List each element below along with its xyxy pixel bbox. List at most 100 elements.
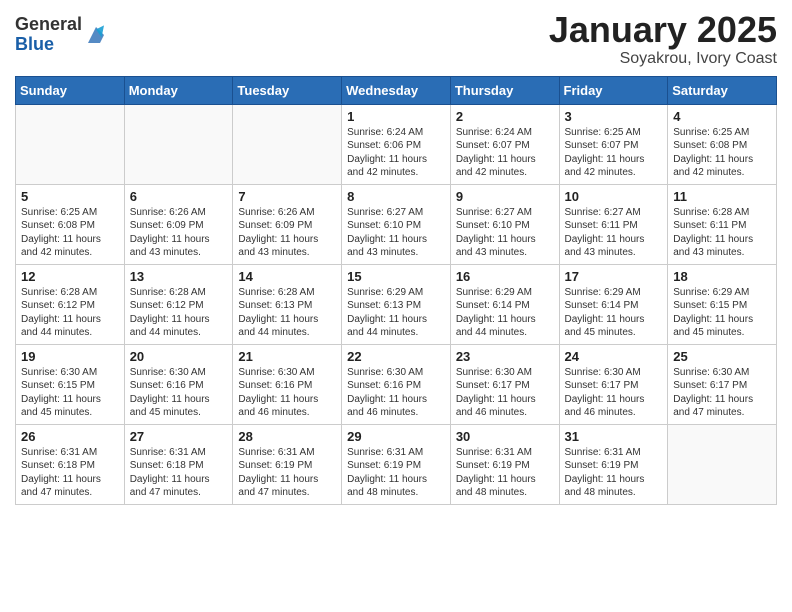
calendar-cell: 17 Sunrise: 6:29 AM Sunset: 6:14 PM Dayli… bbox=[559, 264, 668, 344]
day-info: Sunrise: 6:26 AM Sunset: 6:09 PM Dayligh… bbox=[130, 206, 228, 260]
calendar-cell: 4 Sunrise: 6:25 AM Sunset: 6:08 PM Daylig… bbox=[668, 104, 777, 184]
day-number: 15 bbox=[347, 269, 445, 284]
calendar-week-2: 5 Sunrise: 6:25 AM Sunset: 6:08 PM Daylig… bbox=[16, 184, 777, 264]
day-info: Sunrise: 6:24 AM Sunset: 6:06 PM Dayligh… bbox=[347, 126, 445, 180]
calendar-cell: 24Sunrise: 6:30 AM Sunset: 6:17 PM Dayli… bbox=[559, 344, 668, 424]
calendar-cell: 22 Sunrise: 6:30 AM Sunset: 6:16 PM Dayli… bbox=[342, 344, 451, 424]
day-info: Sunrise: 6:31 AM Sunset: 6:19 PM Dayligh… bbox=[347, 446, 445, 500]
day-info: Sunrise: 6:25 AM Sunset: 6:08 PM Dayligh… bbox=[673, 126, 771, 180]
day-number: 20 bbox=[130, 349, 228, 364]
day-info: Sunrise: 6:28 AM Sunset: 6:12 PM Dayligh… bbox=[130, 286, 228, 340]
calendar-cell: 6Sunrise: 6:26 AM Sunset: 6:09 PM Daylig… bbox=[124, 184, 233, 264]
day-number: 25 bbox=[673, 349, 771, 364]
day-number: 19 bbox=[21, 349, 119, 364]
logo: General Blue bbox=[15, 15, 108, 55]
day-number: 11 bbox=[673, 189, 771, 204]
calendar-cell bbox=[233, 104, 342, 184]
day-info: Sunrise: 6:24 AM Sunset: 6:07 PM Dayligh… bbox=[456, 126, 554, 180]
calendar-cell: 12 Sunrise: 6:28 AM Sunset: 6:12 PM Dayli… bbox=[16, 264, 125, 344]
day-number: 16 bbox=[456, 269, 554, 284]
day-info: Sunrise: 6:25 AM Sunset: 6:08 PM Dayligh… bbox=[21, 206, 119, 260]
day-info: Sunrise: 6:25 AM Sunset: 6:07 PM Dayligh… bbox=[565, 126, 663, 180]
calendar-table: Sunday Monday Tuesday Wednesday Thursday… bbox=[15, 76, 777, 505]
calendar-cell: 20Sunrise: 6:30 AM Sunset: 6:16 PM Dayli… bbox=[124, 344, 233, 424]
day-number: 29 bbox=[347, 429, 445, 444]
header-saturday: Saturday bbox=[668, 76, 777, 104]
day-info: Sunrise: 6:27 AM Sunset: 6:11 PM Dayligh… bbox=[565, 206, 663, 260]
day-info: Sunrise: 6:29 AM Sunset: 6:15 PM Dayligh… bbox=[673, 286, 771, 340]
day-number: 1 bbox=[347, 109, 445, 124]
calendar-week-4: 19 Sunrise: 6:30 AM Sunset: 6:15 PM Dayli… bbox=[16, 344, 777, 424]
page: General Blue January 2025 Soyakrou, Ivor… bbox=[0, 0, 792, 515]
day-info: Sunrise: 6:31 AM Sunset: 6:19 PM Dayligh… bbox=[238, 446, 336, 500]
calendar-cell: 28 Sunrise: 6:31 AM Sunset: 6:19 PM Dayli… bbox=[233, 424, 342, 504]
day-info: Sunrise: 6:31 AM Sunset: 6:19 PM Dayligh… bbox=[565, 446, 663, 500]
calendar-cell: 5 Sunrise: 6:25 AM Sunset: 6:08 PM Daylig… bbox=[16, 184, 125, 264]
calendar-cell bbox=[668, 424, 777, 504]
day-info: Sunrise: 6:29 AM Sunset: 6:14 PM Dayligh… bbox=[565, 286, 663, 340]
days-header-row: Sunday Monday Tuesday Wednesday Thursday… bbox=[16, 76, 777, 104]
calendar-body: 1 Sunrise: 6:24 AM Sunset: 6:06 PM Daylig… bbox=[16, 104, 777, 504]
day-number: 30 bbox=[456, 429, 554, 444]
day-number: 12 bbox=[21, 269, 119, 284]
calendar-week-1: 1 Sunrise: 6:24 AM Sunset: 6:06 PM Daylig… bbox=[16, 104, 777, 184]
day-info: Sunrise: 6:30 AM Sunset: 6:16 PM Dayligh… bbox=[347, 366, 445, 420]
day-info: Sunrise: 6:30 AM Sunset: 6:16 PM Dayligh… bbox=[238, 366, 336, 420]
day-number: 26 bbox=[21, 429, 119, 444]
day-number: 22 bbox=[347, 349, 445, 364]
logo-text: General Blue bbox=[15, 15, 82, 55]
day-number: 31 bbox=[565, 429, 663, 444]
calendar-cell: 21Sunrise: 6:30 AM Sunset: 6:16 PM Dayli… bbox=[233, 344, 342, 424]
calendar-cell: 2 Sunrise: 6:24 AM Sunset: 6:07 PM Daylig… bbox=[450, 104, 559, 184]
calendar-cell: 23 Sunrise: 6:30 AM Sunset: 6:17 PM Dayli… bbox=[450, 344, 559, 424]
calendar-cell bbox=[124, 104, 233, 184]
day-info: Sunrise: 6:28 AM Sunset: 6:11 PM Dayligh… bbox=[673, 206, 771, 260]
calendar-cell: 1 Sunrise: 6:24 AM Sunset: 6:06 PM Daylig… bbox=[342, 104, 451, 184]
day-info: Sunrise: 6:30 AM Sunset: 6:17 PM Dayligh… bbox=[456, 366, 554, 420]
calendar-cell: 19 Sunrise: 6:30 AM Sunset: 6:15 PM Dayli… bbox=[16, 344, 125, 424]
day-info: Sunrise: 6:28 AM Sunset: 6:12 PM Dayligh… bbox=[21, 286, 119, 340]
day-number: 7 bbox=[238, 189, 336, 204]
day-info: Sunrise: 6:29 AM Sunset: 6:14 PM Dayligh… bbox=[456, 286, 554, 340]
header-thursday: Thursday bbox=[450, 76, 559, 104]
calendar-cell: 31 Sunrise: 6:31 AM Sunset: 6:19 PM Dayli… bbox=[559, 424, 668, 504]
title-block: January 2025 Soyakrou, Ivory Coast bbox=[549, 10, 777, 68]
calendar-cell: 14Sunrise: 6:28 AM Sunset: 6:13 PM Dayli… bbox=[233, 264, 342, 344]
calendar-header: Sunday Monday Tuesday Wednesday Thursday… bbox=[16, 76, 777, 104]
day-number: 14 bbox=[238, 269, 336, 284]
day-number: 2 bbox=[456, 109, 554, 124]
calendar-cell: 25 Sunrise: 6:30 AM Sunset: 6:17 PM Dayli… bbox=[668, 344, 777, 424]
calendar-cell: 9 Sunrise: 6:27 AM Sunset: 6:10 PM Daylig… bbox=[450, 184, 559, 264]
calendar-cell: 30Sunrise: 6:31 AM Sunset: 6:19 PM Dayli… bbox=[450, 424, 559, 504]
day-info: Sunrise: 6:30 AM Sunset: 6:15 PM Dayligh… bbox=[21, 366, 119, 420]
logo-general: General bbox=[15, 14, 82, 34]
logo-icon bbox=[84, 23, 108, 47]
calendar-cell: 11 Sunrise: 6:28 AM Sunset: 6:11 PM Dayli… bbox=[668, 184, 777, 264]
day-number: 10 bbox=[565, 189, 663, 204]
day-number: 9 bbox=[456, 189, 554, 204]
day-number: 4 bbox=[673, 109, 771, 124]
calendar-cell: 10 Sunrise: 6:27 AM Sunset: 6:11 PM Dayli… bbox=[559, 184, 668, 264]
calendar-cell: 27Sunrise: 6:31 AM Sunset: 6:18 PM Dayli… bbox=[124, 424, 233, 504]
day-number: 8 bbox=[347, 189, 445, 204]
day-number: 23 bbox=[456, 349, 554, 364]
calendar-cell: 3Sunrise: 6:25 AM Sunset: 6:07 PM Daylig… bbox=[559, 104, 668, 184]
day-number: 18 bbox=[673, 269, 771, 284]
calendar-cell: 26Sunrise: 6:31 AM Sunset: 6:18 PM Dayli… bbox=[16, 424, 125, 504]
day-number: 28 bbox=[238, 429, 336, 444]
calendar-cell: 18 Sunrise: 6:29 AM Sunset: 6:15 PM Dayli… bbox=[668, 264, 777, 344]
day-number: 24 bbox=[565, 349, 663, 364]
header-tuesday: Tuesday bbox=[233, 76, 342, 104]
day-number: 5 bbox=[21, 189, 119, 204]
day-number: 27 bbox=[130, 429, 228, 444]
day-info: Sunrise: 6:29 AM Sunset: 6:13 PM Dayligh… bbox=[347, 286, 445, 340]
calendar-week-3: 12 Sunrise: 6:28 AM Sunset: 6:12 PM Dayli… bbox=[16, 264, 777, 344]
calendar-cell: 13Sunrise: 6:28 AM Sunset: 6:12 PM Dayli… bbox=[124, 264, 233, 344]
day-info: Sunrise: 6:26 AM Sunset: 6:09 PM Dayligh… bbox=[238, 206, 336, 260]
calendar-subtitle: Soyakrou, Ivory Coast bbox=[549, 50, 777, 68]
day-info: Sunrise: 6:27 AM Sunset: 6:10 PM Dayligh… bbox=[456, 206, 554, 260]
day-number: 17 bbox=[565, 269, 663, 284]
calendar-week-5: 26Sunrise: 6:31 AM Sunset: 6:18 PM Dayli… bbox=[16, 424, 777, 504]
day-info: Sunrise: 6:30 AM Sunset: 6:17 PM Dayligh… bbox=[673, 366, 771, 420]
header-wednesday: Wednesday bbox=[342, 76, 451, 104]
